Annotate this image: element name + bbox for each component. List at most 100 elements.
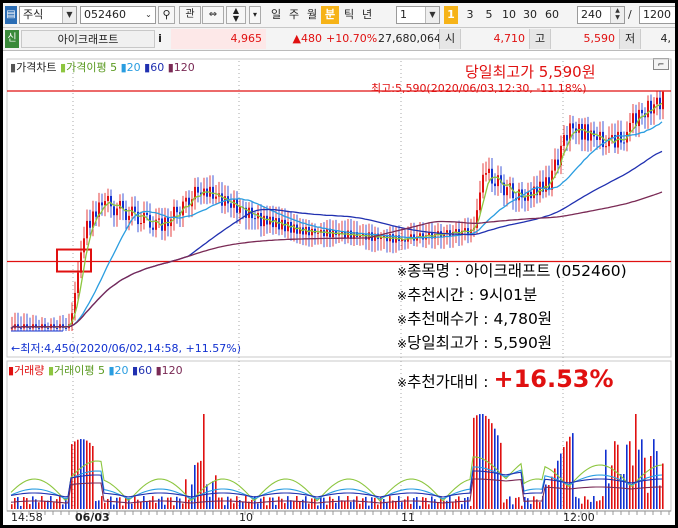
volume-bar xyxy=(110,496,112,509)
period-tab-tick[interactable]: 틱 xyxy=(340,6,358,24)
minute-button-60[interactable]: 60 xyxy=(543,6,561,24)
volume-bar xyxy=(161,496,163,509)
period-tab-month[interactable]: 월 xyxy=(303,6,321,24)
candle-body xyxy=(146,212,148,215)
volume-bar xyxy=(521,505,523,509)
volume-bar xyxy=(386,502,388,509)
volume-bar xyxy=(230,498,232,509)
link-button[interactable]: ⇔ xyxy=(202,6,224,24)
stock-stepper[interactable]: ▲ ▼ xyxy=(226,6,246,24)
expand-button[interactable]: ▾ xyxy=(249,6,261,24)
candle-body xyxy=(563,135,565,146)
candle-body xyxy=(215,196,217,199)
count-stepper-icon[interactable]: ▲ ▼ xyxy=(610,7,624,23)
candle-body xyxy=(524,197,526,201)
volume-bar xyxy=(113,504,115,509)
volume-bar xyxy=(89,442,91,509)
volume-bar xyxy=(575,496,577,509)
volume-bar xyxy=(443,500,445,509)
minute-button-10[interactable]: 10 xyxy=(500,6,518,24)
period-select[interactable]: 1 ▼ xyxy=(396,6,440,24)
volume-bar xyxy=(77,439,79,509)
volume-bar xyxy=(356,496,358,509)
period-tab-day[interactable]: 일 xyxy=(267,6,285,24)
chevron-down-icon[interactable]: ▼ xyxy=(425,7,439,23)
interest-button[interactable]: 관 xyxy=(179,6,201,24)
volume-bar xyxy=(572,433,574,509)
candle-body xyxy=(566,135,568,141)
volume-bar xyxy=(158,498,160,509)
volume-bar xyxy=(23,497,25,509)
volume-bar xyxy=(305,496,307,509)
candle-body xyxy=(101,202,103,206)
candle-body xyxy=(134,206,136,212)
candle-body xyxy=(152,227,154,230)
volume-bar xyxy=(317,505,319,509)
volume-bar xyxy=(509,496,511,509)
stepper-down-icon[interactable]: ▼ xyxy=(233,14,239,23)
volume-bar xyxy=(548,485,550,509)
candle-body xyxy=(494,183,496,187)
volume-bar xyxy=(236,496,238,509)
period-tab-week[interactable]: 주 xyxy=(285,6,303,24)
candle-body xyxy=(311,228,313,236)
high-label: 고 xyxy=(529,29,551,49)
volume-bar xyxy=(452,502,454,509)
chevron-down-icon[interactable]: ▼ xyxy=(62,7,76,23)
minute-button-3[interactable]: 3 xyxy=(463,6,477,24)
info-line-name: ※종목명 : 아이크래프트 (052460) xyxy=(397,262,627,280)
search-button[interactable]: ⚲ xyxy=(158,6,175,24)
volume-bar xyxy=(329,496,331,509)
market-select-value: 주식 xyxy=(23,8,44,21)
period-tab-year[interactable]: 년 xyxy=(358,6,376,24)
volume-bar xyxy=(62,504,64,509)
candle-body xyxy=(38,327,40,329)
candle-body xyxy=(230,203,232,208)
minute-button-5[interactable]: 5 xyxy=(482,6,496,24)
period-select-value: 1 xyxy=(400,8,407,21)
open-price: 4,710 xyxy=(493,32,526,45)
bar-count-input[interactable]: 240 ▲ ▼ xyxy=(577,6,625,24)
volume-bar xyxy=(587,499,589,509)
candle-body xyxy=(164,217,166,231)
candle-body xyxy=(650,100,652,114)
chevron-down-icon[interactable]: ⌄ xyxy=(142,7,155,23)
volume-bar xyxy=(95,501,97,509)
volume-bar xyxy=(482,414,484,509)
volume-bar xyxy=(335,502,337,509)
candle-body xyxy=(344,232,346,238)
quote-bar: 신 아이크래프트 i 4,965 ▲480 +10.70% 27,680,064… xyxy=(3,28,675,51)
info-button[interactable]: i xyxy=(152,30,168,48)
volume-bar xyxy=(551,476,553,509)
volume-bar xyxy=(257,503,259,509)
candle-body xyxy=(143,212,145,224)
volume-bar xyxy=(593,496,595,509)
volume-bar xyxy=(395,500,397,509)
period-tab-minute[interactable]: 분 xyxy=(321,6,339,24)
candle-body xyxy=(56,327,58,329)
volume-bar xyxy=(104,502,106,509)
volume-bar xyxy=(14,497,16,509)
volume-bar xyxy=(308,503,310,509)
candle-body xyxy=(464,228,466,231)
info-line-day-high: ※당일최고가 : 5,590원 xyxy=(397,334,553,352)
candle-body xyxy=(20,327,22,329)
minute-button-30[interactable]: 30 xyxy=(521,6,539,24)
candle-body xyxy=(596,136,598,140)
candle-body xyxy=(86,220,88,239)
candle-body xyxy=(167,217,169,227)
volume-bar xyxy=(122,505,124,509)
volume-bar xyxy=(32,496,34,509)
chart-menu-icon[interactable]: ▤ xyxy=(5,6,17,24)
volume-bar xyxy=(503,502,505,509)
market-select[interactable]: 주식 ▼ xyxy=(19,6,77,24)
candle-body xyxy=(365,234,367,240)
total-count-input[interactable]: 1200 xyxy=(639,6,675,24)
candle-body xyxy=(83,238,85,253)
volume-bar xyxy=(650,455,652,509)
candle-body xyxy=(176,206,178,213)
stock-code-input[interactable]: 052460 ⌄ xyxy=(80,6,156,24)
minute-button-1[interactable]: 1 xyxy=(444,6,458,24)
stock-chart[interactable] xyxy=(3,51,675,525)
volume-bar xyxy=(647,492,649,509)
